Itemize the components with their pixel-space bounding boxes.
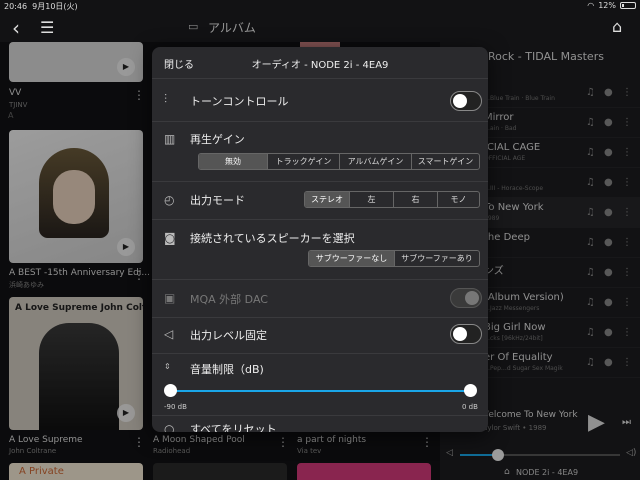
replay-gain-option[interactable]: スマートゲイン [411, 154, 479, 169]
tone-control-label: トーンコントロール [190, 95, 289, 108]
volume-limit-slider[interactable] [164, 384, 477, 397]
wifi-icon: ◠ [587, 1, 595, 10]
speaker-icon: ◙ [164, 231, 176, 245]
dialog-title: オーディオ - NODE 2i - 4EA9 [251, 60, 389, 71]
folder-music-icon: ▭ [188, 20, 199, 33]
slider-min-label: -90 dB [164, 403, 187, 411]
mqa-dac-label: MQA 外部 DAC [190, 293, 268, 306]
slider-max-knob[interactable] [464, 384, 477, 397]
close-button[interactable]: 閉じる [164, 56, 194, 71]
volume-limit-label: 音量制限（dB) [190, 363, 264, 376]
max-min-volume-icon: ⇕ [164, 362, 171, 371]
output-mode-segmented: ステレオ 左 右 モノ [304, 191, 480, 208]
hamburger-menu-icon[interactable]: ☰ [40, 18, 54, 37]
replay-gain-option[interactable]: アルバムゲイン [339, 154, 411, 169]
equalizer-sliders-icon: ⫶ [164, 92, 168, 106]
divider [152, 219, 488, 220]
speaker-select-label: 接続されているスピーカーを選択 [190, 232, 355, 245]
subwoofer-segmented: サブウーファーなし サブウーファーあり [308, 250, 480, 267]
subwoofer-option[interactable]: サブウーファーあり [394, 251, 479, 266]
output-mode-option[interactable]: ステレオ [305, 192, 349, 207]
divider [152, 353, 488, 354]
divider [152, 181, 488, 182]
divider [152, 279, 488, 280]
audio-settings-dialog: オーディオ - NODE 2i - 4EA9 閉じる ⫶ トーンコントロール ▥… [152, 47, 488, 432]
status-time: 20:46 9月10日(火) [4, 2, 78, 11]
page-title: アルバム [208, 21, 256, 35]
tone-control-toggle[interactable] [450, 91, 482, 111]
fixed-output-toggle[interactable] [450, 324, 482, 344]
replay-gain-option[interactable]: 無効 [199, 154, 267, 169]
lock-volume-icon: ◁ [164, 327, 174, 341]
replay-gain-option[interactable]: トラックゲイン [267, 154, 339, 169]
battery-percent: 12% [598, 1, 616, 10]
output-mode-icon: ◴ [164, 193, 175, 207]
reset-all-button[interactable]: すべてをリセット [190, 421, 277, 432]
back-chevron-icon[interactable]: ‹ [12, 16, 20, 40]
battery-icon [620, 2, 636, 9]
output-mode-label: 出力モード [190, 194, 245, 207]
home-icon[interactable]: ⌂ [612, 17, 622, 36]
mqa-icon: ▣ [164, 291, 176, 305]
subwoofer-option[interactable]: サブウーファーなし [309, 251, 394, 266]
dialog-header: オーディオ - NODE 2i - 4EA9 閉じる [152, 47, 488, 79]
replay-gain-segmented: 無効 トラックゲイン アルバムゲイン スマートゲイン [198, 153, 480, 170]
output-mode-option[interactable]: 左 [349, 192, 393, 207]
replay-gain-label: 再生ゲイン [190, 133, 245, 146]
divider [152, 121, 488, 122]
output-mode-option[interactable]: モノ [437, 192, 479, 207]
status-bar: 20:46 9月10日(火) ◠ 12% [0, 0, 640, 12]
gain-bars-icon: ▥ [164, 132, 176, 146]
fixed-output-label: 出力レベル固定 [190, 329, 267, 342]
divider [152, 317, 488, 318]
output-mode-option[interactable]: 右 [393, 192, 437, 207]
top-navigation: ‹ ☰ ▭ アルバム ⌂ [0, 12, 640, 42]
slider-max-label: 0 dB [462, 403, 478, 411]
slider-min-knob[interactable] [164, 384, 177, 397]
reset-icon: ○ [164, 422, 175, 432]
divider [152, 415, 488, 416]
mqa-dac-toggle [450, 288, 482, 308]
